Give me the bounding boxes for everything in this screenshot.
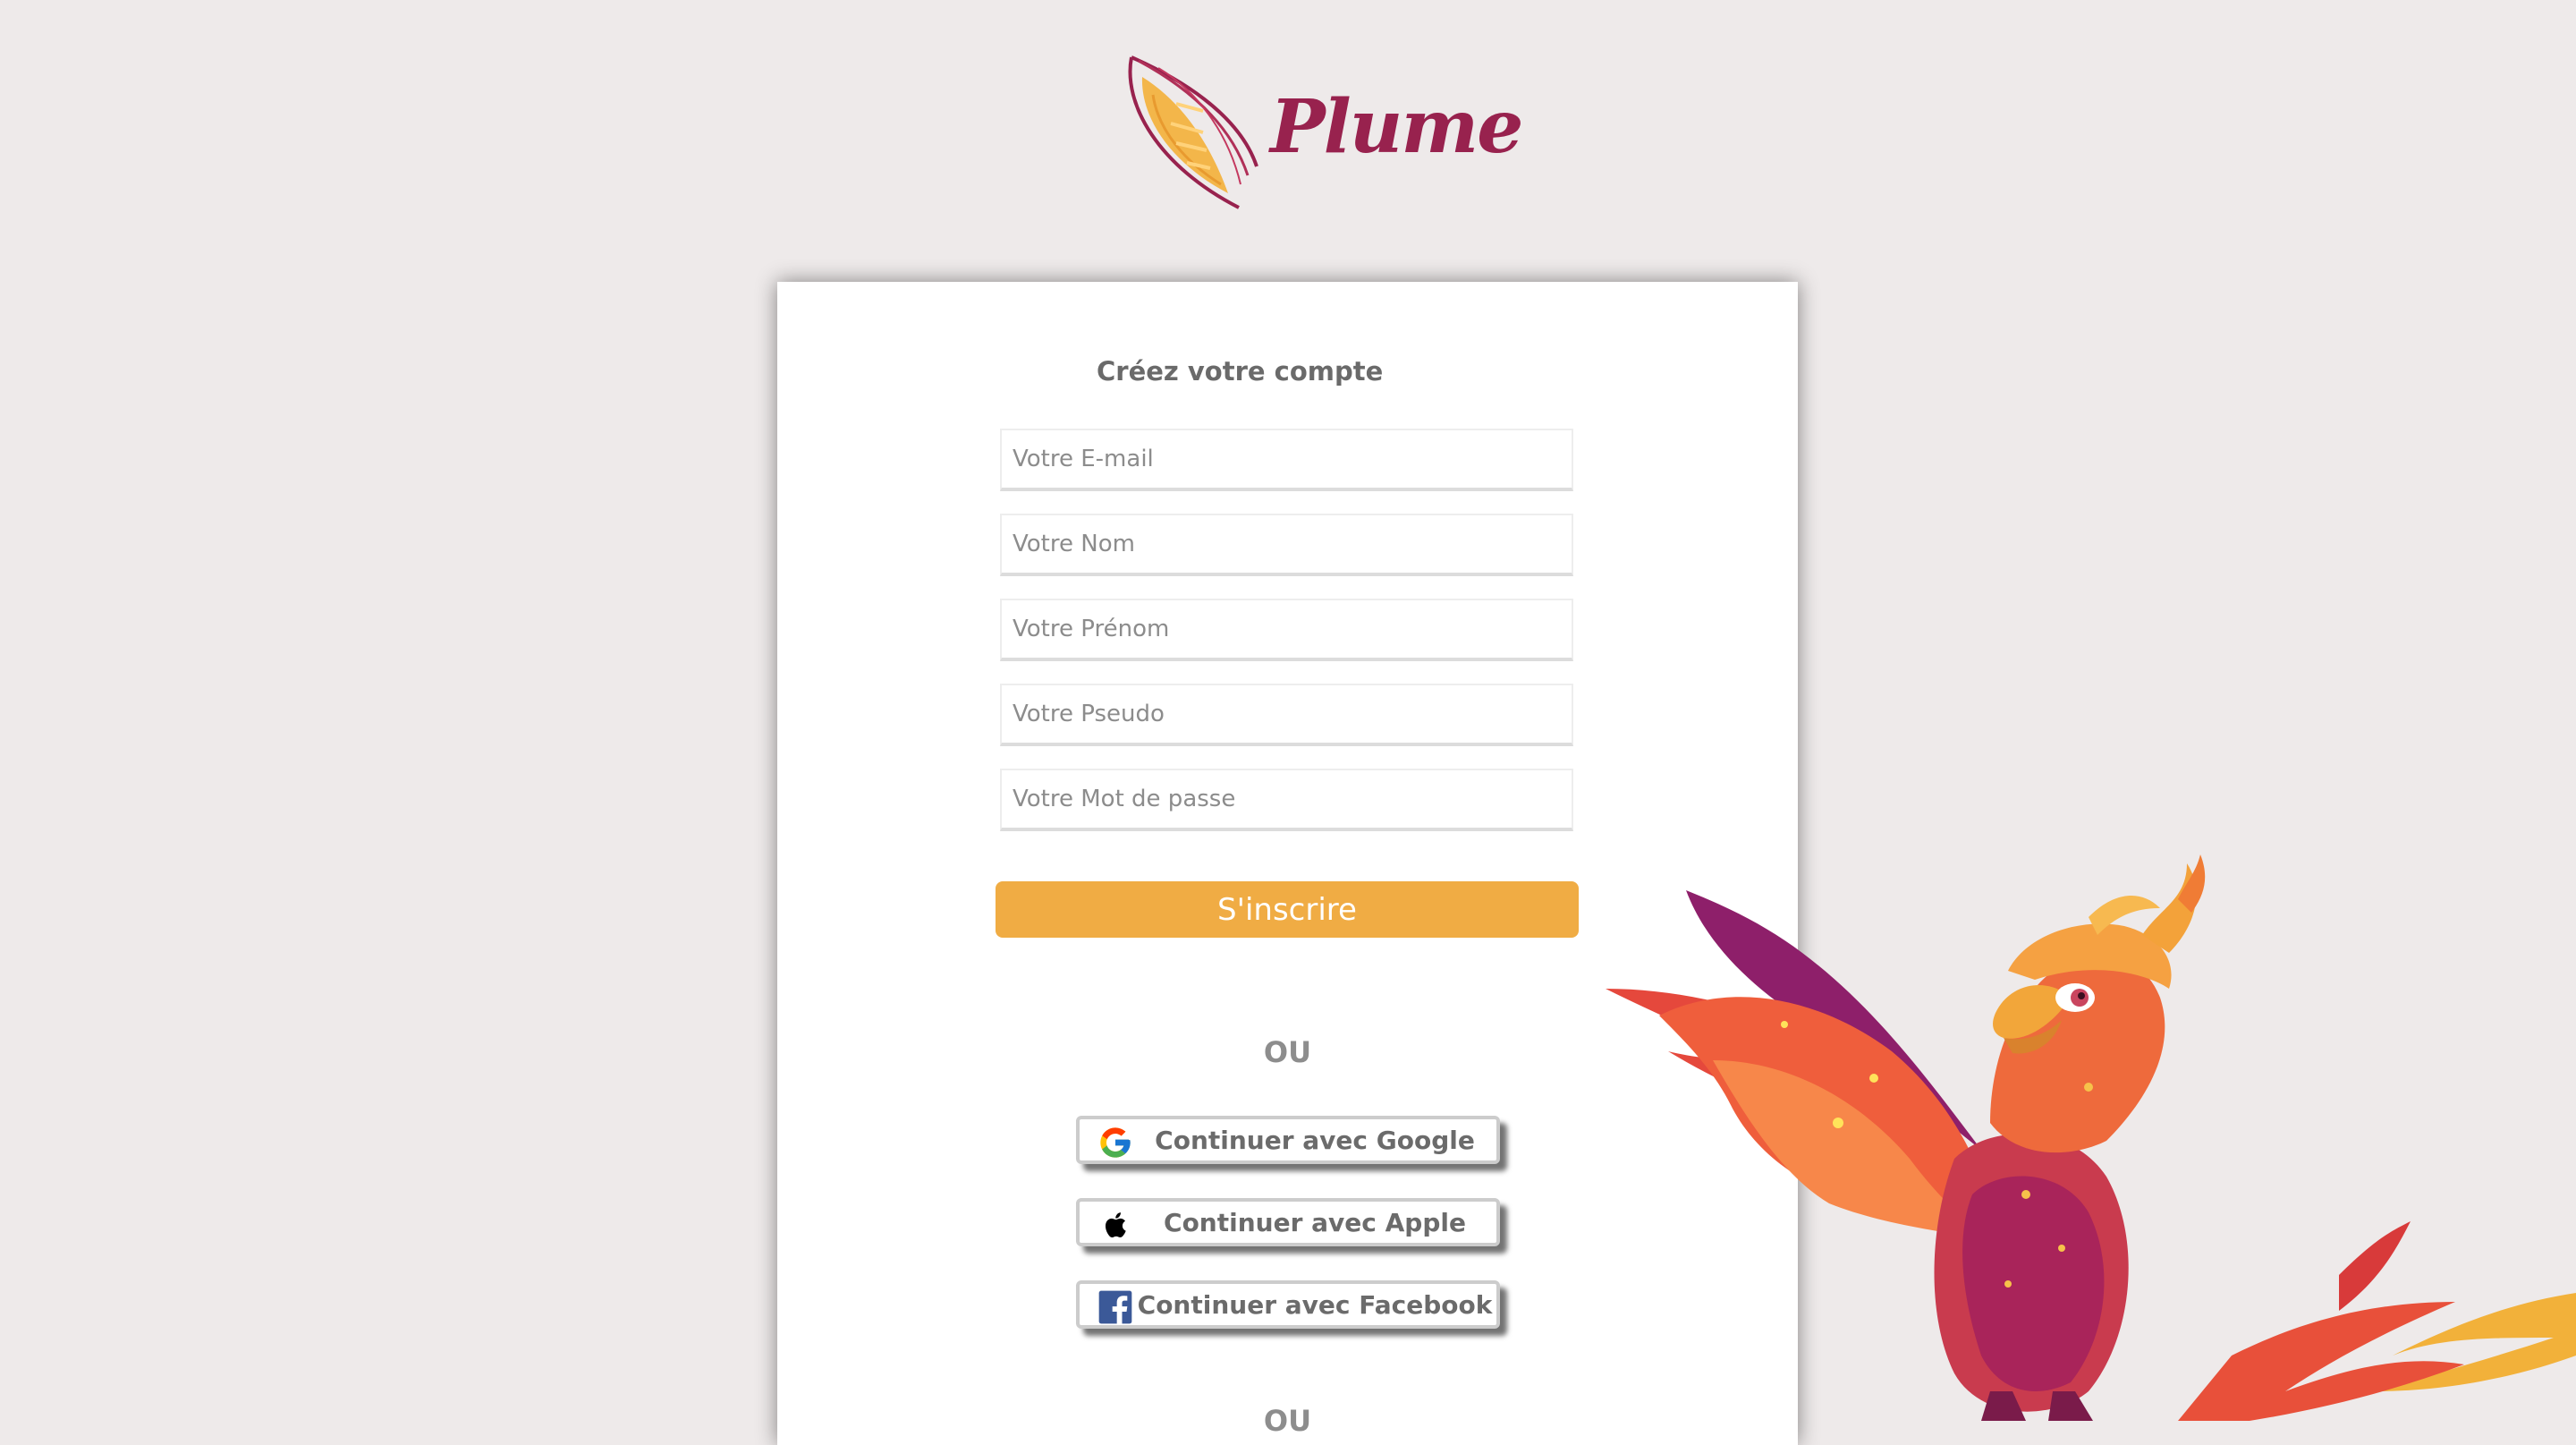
google-icon [1100, 1127, 1131, 1158]
brand-name: Plume [1270, 84, 1523, 170]
facebook-icon [1098, 1290, 1132, 1325]
apple-icon [1105, 1212, 1126, 1238]
facebook-login-button[interactable]: Continuer avec Facebook [1076, 1280, 1500, 1329]
email-field[interactable] [1000, 429, 1573, 491]
facebook-login-label: Continuer avec Facebook [1137, 1290, 1493, 1320]
google-login-label: Continuer avec Google [1155, 1126, 1475, 1155]
apple-login-button[interactable]: Continuer avec Apple [1076, 1198, 1500, 1246]
feather-icon [1128, 55, 1258, 209]
apple-login-label: Continuer avec Apple [1164, 1208, 1466, 1237]
page-title: Créez votre compte [1097, 356, 1384, 387]
brand-logo[interactable]: Plume [1123, 50, 1523, 211]
nom-field[interactable] [1000, 514, 1573, 576]
password-field[interactable] [1000, 769, 1573, 831]
phoenix-illustration [1606, 854, 2576, 1421]
google-login-button[interactable]: Continuer avec Google [1076, 1116, 1500, 1164]
prenom-field[interactable] [1000, 599, 1573, 661]
pseudo-field[interactable] [1000, 684, 1573, 746]
signup-button[interactable]: S'inscrire [996, 881, 1579, 938]
